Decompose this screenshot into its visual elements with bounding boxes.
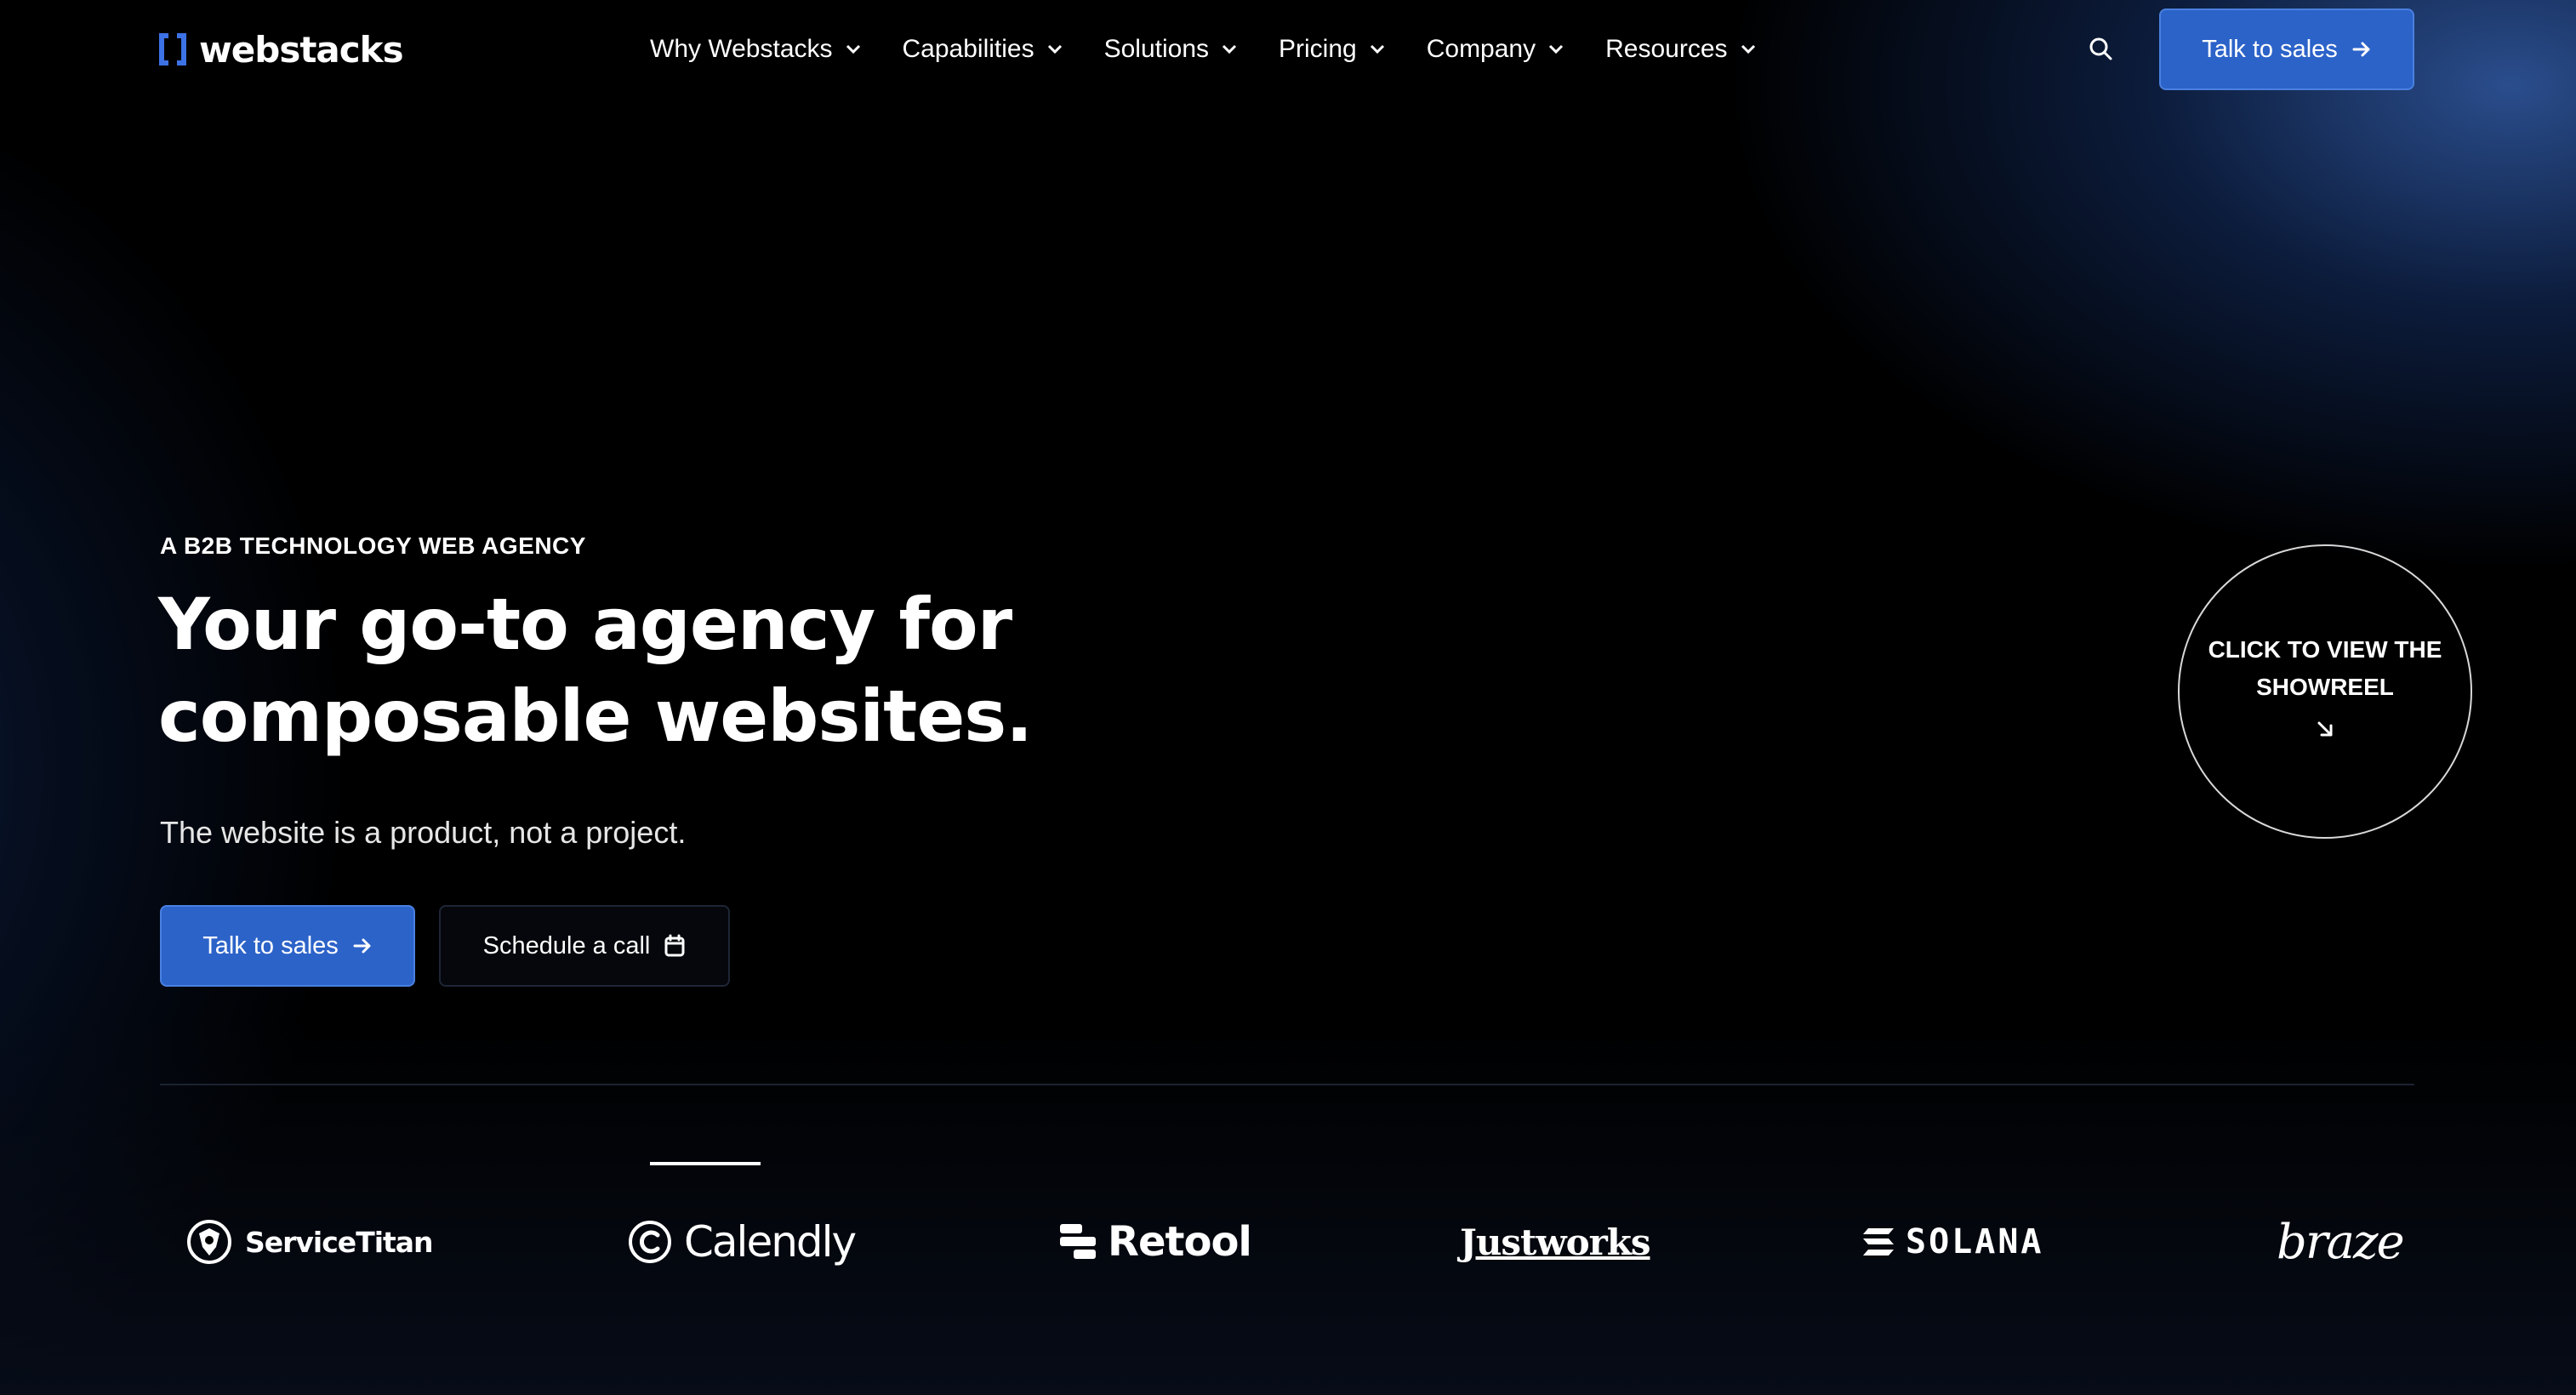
chevron-down-icon [846, 44, 860, 54]
headline-line-2: composable websites. [158, 675, 1033, 758]
button-label: Talk to sales [202, 931, 339, 959]
client-name: Calendly [684, 1217, 857, 1267]
hero-talk-to-sales-button[interactable]: Talk to sales [160, 905, 415, 987]
client-name: Justworks [1460, 1221, 1650, 1263]
nav-item-label: Resources [1605, 35, 1728, 63]
client-logo-justworks: Justworks [1460, 1208, 1650, 1276]
client-logo-solana: SOLANA [1861, 1208, 2044, 1276]
arrow-right-icon [2352, 42, 2370, 57]
logo-wordmark: webstacks [199, 28, 404, 71]
servicetitan-emblem-icon [187, 1220, 231, 1264]
nav-item-label: Solutions [1103, 35, 1210, 63]
nav-item-resources[interactable]: Resources [1605, 35, 1756, 64]
headline-line-1: Your go-to agency for [158, 583, 1012, 666]
nav-item-solutions[interactable]: Solutions [1104, 35, 1238, 64]
client-name: ServiceTitan [245, 1225, 434, 1259]
nav-item-capabilities[interactable]: Capabilities [903, 35, 1063, 64]
nav-talk-to-sales-button[interactable]: Talk to sales [2159, 9, 2414, 90]
search-button[interactable] [2086, 34, 2117, 65]
nav-item-label: Company [1426, 35, 1536, 63]
client-name: Retool [1108, 1218, 1252, 1266]
showreel-button[interactable]: CLICK TO VIEW THE SHOWREEL [2178, 544, 2472, 839]
chevron-down-icon [1741, 44, 1755, 54]
main-menu: Why Webstacks Capabilities Solutions Pri… [650, 26, 1757, 73]
search-icon [2089, 37, 2112, 60]
client-logo-braze: braze [2277, 1208, 2405, 1276]
nav-item-label: Why Webstacks [650, 35, 833, 63]
nav-item-label: Pricing [1279, 35, 1357, 63]
chevron-down-icon [1047, 44, 1062, 54]
logo-strip-indicator [650, 1162, 761, 1165]
top-navigation: webstacks Why Webstacks Capabilities Sol… [0, 0, 2576, 99]
nav-item-why-webstacks[interactable]: Why Webstacks [650, 35, 862, 64]
arrow-right-icon [353, 938, 371, 954]
button-label: Schedule a call [482, 931, 651, 959]
hero-headline: Your go-to agency for composable website… [158, 578, 1264, 762]
client-logo-retool: Retool [1058, 1208, 1252, 1276]
arrow-down-right-icon [2317, 721, 2333, 737]
webstacks-logo[interactable]: webstacks [158, 26, 404, 73]
nav-item-label: Capabilities [902, 35, 1034, 63]
calendly-emblem-icon [629, 1221, 671, 1263]
schedule-call-button[interactable]: Schedule a call [439, 905, 730, 987]
chevron-down-icon [1549, 44, 1564, 54]
retool-emblem-icon [1060, 1224, 1096, 1259]
chevron-down-icon [1222, 44, 1237, 54]
client-logo-calendly: Calendly [626, 1208, 857, 1276]
client-logo-servicetitan: ServiceTitan [184, 1208, 434, 1276]
hero-eyebrow: A B2B TECHNOLOGY WEB AGENCY [160, 532, 586, 559]
button-label: Talk to sales [2202, 35, 2338, 63]
showreel-label: CLICK TO VIEW THE SHOWREEL [2208, 636, 2442, 700]
chevron-down-icon [1370, 44, 1384, 54]
nav-item-pricing[interactable]: Pricing [1279, 35, 1386, 64]
page: webstacks Why Webstacks Capabilities Sol… [0, 0, 2576, 1395]
solana-emblem-icon [1863, 1228, 1894, 1256]
hero-subline: The website is a product, not a project. [160, 815, 687, 850]
client-name: SOLANA [1906, 1222, 2044, 1261]
calendar-icon [664, 934, 685, 957]
nav-item-company[interactable]: Company [1427, 35, 1564, 64]
client-name: braze [2277, 1214, 2405, 1270]
section-divider [160, 1084, 2414, 1085]
bracket-logo-icon [158, 32, 187, 66]
